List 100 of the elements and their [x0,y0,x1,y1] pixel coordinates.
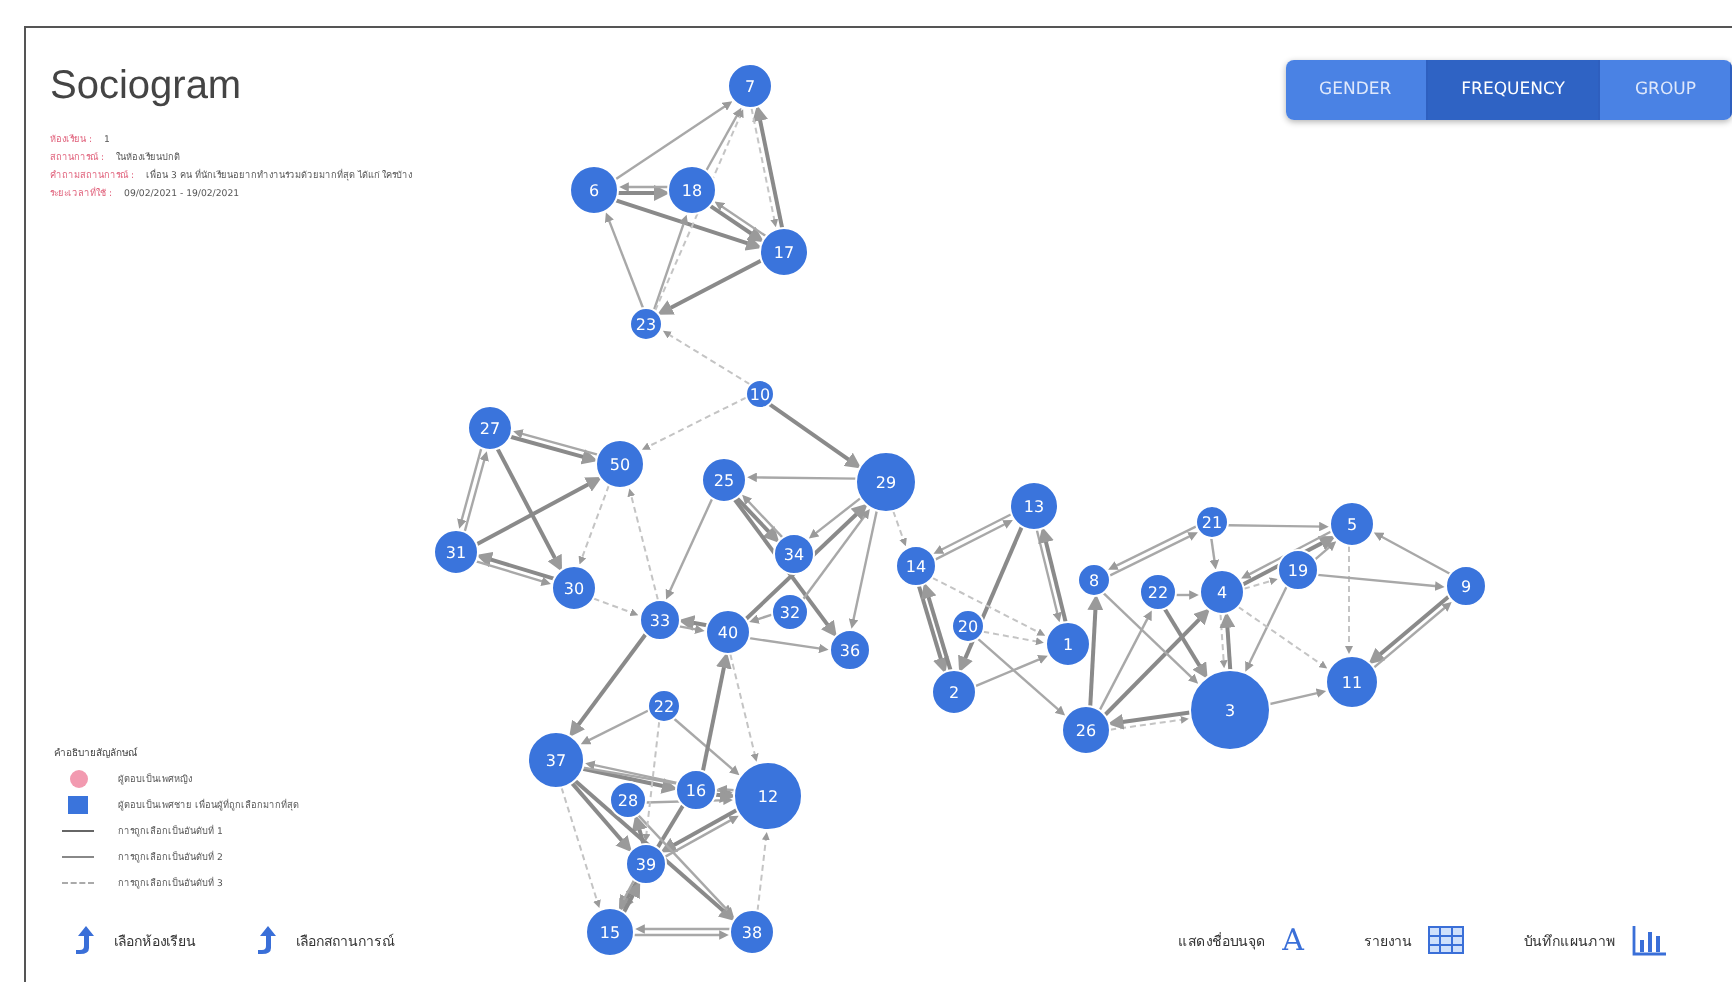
person-node[interactable] [1044,620,1090,666]
person-node[interactable] [1138,572,1176,610]
node-label: 3 [1223,701,1235,719]
node-label: 20 [956,617,978,635]
node-label: 6 [587,181,599,199]
person-node[interactable] [732,760,802,830]
dashed-line-icon [62,882,94,884]
node-label: 19 [1286,561,1308,579]
node-label: 32 [778,603,800,621]
node-label: 21 [1200,513,1222,531]
node-label: 12 [756,787,778,805]
tie-arrow [891,509,906,546]
person-node[interactable] [828,628,870,670]
node-label: 50 [608,455,630,473]
person-node[interactable] [950,608,984,642]
node-label: 14 [904,557,926,575]
person-node[interactable] [744,378,774,408]
node-label: 1 [1061,635,1073,653]
node-label: 30 [562,579,584,597]
person-node[interactable] [624,842,666,884]
node-label: 17 [772,243,794,261]
person-node[interactable] [1188,668,1270,750]
person-node[interactable] [758,226,808,276]
person-node[interactable] [1060,704,1110,754]
page-title: Sociogram [50,64,244,110]
person-node[interactable] [1076,562,1110,596]
node-label: 22 [1146,583,1168,601]
tie-arrow [640,395,747,449]
tie-arrow [1107,524,1196,569]
person-node[interactable] [728,908,774,954]
node-label: 23 [634,315,656,333]
node-label: 15 [598,923,620,941]
view-tab[interactable]: FREQUENCY [1427,60,1601,120]
tie-arrow [661,329,750,385]
tie-arrow [755,831,769,911]
person-node[interactable] [594,438,644,488]
node-label: 13 [1022,497,1044,515]
node-label: 26 [1074,721,1096,739]
node-label: 38 [740,923,762,941]
person-node[interactable] [638,598,680,640]
node-label: 9 [1459,577,1471,595]
person-node[interactable] [700,456,746,502]
tie-arrow [1208,537,1219,569]
person-node[interactable] [1328,500,1374,546]
node-label: 18 [680,181,702,199]
node-label: 25 [712,471,734,489]
node-label: 29 [874,473,896,491]
person-node[interactable] [608,780,646,818]
female-circle-icon [69,770,87,788]
tie-arrow [1268,687,1326,705]
tie-arrow [746,471,856,482]
node-label: 5 [1345,515,1357,533]
person-node[interactable] [432,528,478,574]
node-label: 22 [652,697,674,715]
person-node[interactable] [568,164,618,214]
person-node[interactable] [1194,504,1228,538]
table-icon [1428,926,1464,954]
person-node[interactable] [930,668,976,714]
person-node[interactable] [854,450,916,512]
person-node[interactable] [1276,548,1318,590]
upload-arrow-icon [74,924,98,956]
person-node[interactable] [1324,654,1378,708]
person-node[interactable] [1008,480,1058,530]
node-label: 33 [648,611,670,629]
node-label: 2 [947,683,959,701]
node-label: 8 [1087,571,1099,589]
node-label: 27 [478,419,500,437]
node-label: 16 [684,781,706,799]
person-node[interactable] [584,906,634,956]
person-node[interactable] [772,532,814,574]
person-node[interactable] [466,404,512,450]
person-node[interactable] [726,62,772,108]
person-node[interactable] [1198,568,1244,614]
person-node[interactable] [1444,564,1486,606]
person-node[interactable] [550,564,596,610]
person-node[interactable] [704,608,750,654]
person-node[interactable] [770,592,808,630]
node-label: 36 [838,641,860,659]
node-label: 40 [716,623,738,641]
node-label: 39 [634,855,656,873]
node-label: 10 [748,385,770,403]
thin-line-icon [62,856,94,858]
tie-arrow [767,401,861,468]
person-node[interactable] [526,730,584,788]
node-label: 37 [544,751,566,769]
person-node[interactable] [646,688,680,722]
male-square-icon [68,796,88,814]
person-node[interactable] [894,544,936,586]
node-label: 7 [743,77,755,95]
tie-arrow [664,497,713,599]
node-label: 28 [616,791,638,809]
person-node[interactable] [666,164,716,214]
node-label: 11 [1340,673,1362,691]
person-node[interactable] [628,306,662,340]
solid-line-icon [62,830,94,832]
bar-chart-icon [1632,924,1668,956]
upload-arrow-icon [256,924,280,956]
node-label: 34 [782,545,804,563]
node-label: 4 [1215,583,1227,601]
person-node[interactable] [674,768,716,810]
